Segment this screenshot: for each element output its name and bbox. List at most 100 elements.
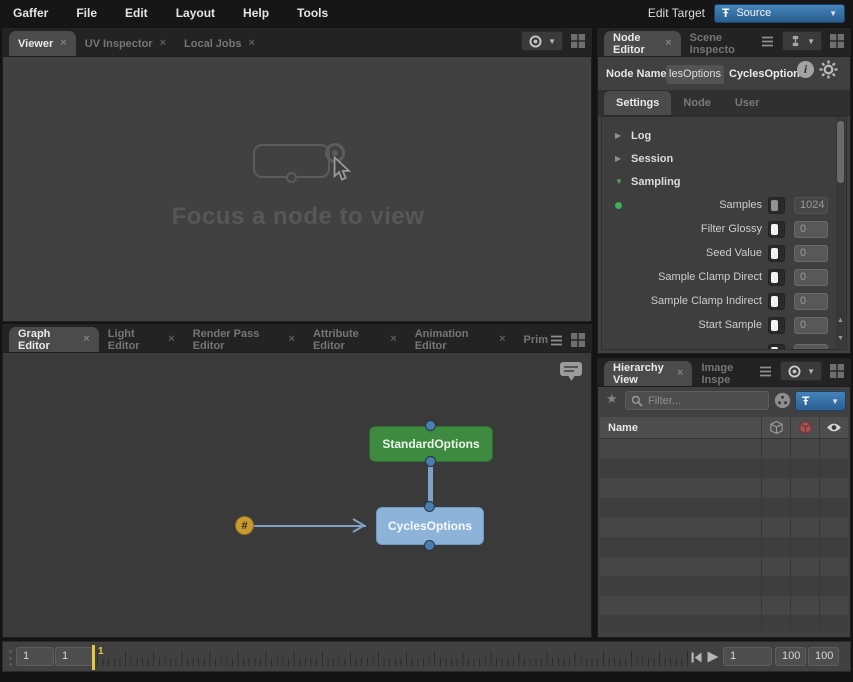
tab-primitive-inspector[interactable]: Prim	[515, 327, 550, 352]
scroll-up-icon[interactable]: ▲	[836, 317, 845, 324]
table-row[interactable]	[600, 459, 848, 479]
collapsed-arrow-icon[interactable]: ▶	[615, 154, 621, 163]
layout-grid-icon[interactable]	[571, 333, 585, 347]
node-input-port[interactable]	[424, 501, 435, 512]
column-inclusions[interactable]	[761, 417, 790, 438]
tab-attribute-editor[interactable]: Attribute Editor ×	[304, 327, 406, 352]
node-output-port[interactable]	[424, 540, 435, 551]
table-row[interactable]	[600, 596, 848, 616]
settings-scrollbar[interactable]: ▲ ▼	[836, 118, 845, 348]
tab-image-inspector[interactable]: Image Inspe	[692, 361, 759, 386]
tab-local-jobs[interactable]: Local Jobs ×	[175, 31, 264, 56]
graph-canvas[interactable]: StandardOptions CyclesOptions #	[2, 352, 592, 638]
close-icon[interactable]: ×	[499, 334, 505, 345]
tab-hierarchy-view[interactable]: Hierarchy View ×	[604, 361, 692, 386]
star-icon[interactable]: ★	[606, 392, 618, 405]
step-back-icon[interactable]	[691, 652, 702, 663]
range-end-field[interactable]: 100	[775, 647, 806, 666]
table-row[interactable]	[600, 557, 848, 577]
tab-light-editor[interactable]: Light Editor ×	[99, 327, 184, 352]
param-switch[interactable]	[768, 221, 785, 238]
column-visibility[interactable]	[819, 417, 848, 438]
subtab-settings[interactable]: Settings	[604, 91, 671, 115]
menu-gaffer[interactable]: Gaffer	[13, 6, 48, 20]
node-name-input[interactable]: lesOptions	[666, 65, 724, 84]
menu-help[interactable]: Help	[243, 6, 269, 20]
param-value-field[interactable]: 0	[794, 317, 828, 334]
tab-scene-inspector[interactable]: Scene Inspecto	[681, 31, 761, 56]
column-exclusions[interactable]	[790, 417, 819, 438]
expanded-arrow-icon[interactable]: ▼	[615, 177, 623, 186]
node-output-port[interactable]	[425, 456, 436, 467]
menu-tools[interactable]: Tools	[297, 6, 328, 20]
filter-settings-icon[interactable]	[774, 392, 791, 409]
viewer-focus-dropdown[interactable]: ▼	[521, 31, 563, 51]
menu-layout[interactable]: Layout	[176, 6, 215, 20]
param-switch[interactable]	[768, 317, 785, 334]
param-value-field[interactable]: 0	[794, 293, 828, 310]
playhead[interactable]	[92, 645, 95, 670]
tab-node-editor[interactable]: Node Editor ×	[604, 31, 681, 56]
playback-end-field[interactable]: 100	[808, 647, 839, 666]
param-value-field[interactable]: 0	[794, 269, 828, 286]
subtab-node[interactable]: Node	[671, 91, 723, 115]
subtab-user[interactable]: User	[723, 91, 771, 115]
info-icon[interactable]: i	[797, 61, 814, 78]
section-session[interactable]: ▶ Session	[602, 147, 846, 170]
dot-node[interactable]: #	[235, 516, 254, 535]
close-icon[interactable]: ×	[60, 38, 66, 49]
drag-handle[interactable]	[8, 650, 12, 666]
param-switch[interactable]	[768, 245, 785, 262]
tab-graph-editor[interactable]: Graph Editor ×	[9, 327, 99, 352]
scrollbar-thumb[interactable]	[837, 121, 844, 183]
param-value-field[interactable]: 0	[794, 221, 828, 238]
close-icon[interactable]: ×	[83, 334, 89, 345]
section-log[interactable]: ▶ Log	[602, 124, 846, 147]
menu-file[interactable]: File	[76, 6, 97, 20]
layout-grid-icon[interactable]	[571, 34, 585, 48]
param-switch[interactable]	[768, 344, 785, 350]
scroll-down-icon[interactable]: ▼	[836, 335, 845, 342]
hierarchy-focus-dropdown[interactable]: ▼	[780, 361, 822, 381]
tab-uv-inspector[interactable]: UV Inspector ×	[76, 31, 175, 56]
node-follow-dropdown[interactable]: ▼	[782, 31, 822, 51]
table-row[interactable]	[600, 498, 848, 518]
tab-menu-icon[interactable]	[759, 366, 772, 377]
layout-grid-icon[interactable]	[830, 34, 844, 48]
close-icon[interactable]: ×	[168, 334, 174, 345]
close-icon[interactable]: ×	[665, 38, 671, 49]
close-icon[interactable]: ×	[289, 334, 295, 345]
tab-animation-editor[interactable]: Animation Editor ×	[406, 327, 515, 352]
tab-viewer[interactable]: Viewer ×	[9, 31, 76, 56]
param-switch[interactable]	[768, 269, 785, 286]
column-name[interactable]: Name	[600, 422, 761, 434]
table-row[interactable]	[600, 517, 848, 537]
annotation-bubble-icon[interactable]	[559, 361, 584, 384]
table-row[interactable]	[600, 478, 848, 498]
tab-menu-icon[interactable]	[550, 335, 563, 346]
node-input-port[interactable]	[425, 420, 436, 431]
viewer-viewport[interactable]: Focus a node to view	[2, 56, 592, 322]
section-sampling[interactable]: ▼ Sampling	[602, 170, 846, 193]
table-row[interactable]	[600, 615, 848, 631]
param-value-field[interactable]	[794, 344, 828, 350]
frame-value-field[interactable]: 1	[723, 647, 772, 666]
tab-menu-icon[interactable]	[761, 36, 774, 47]
collapsed-arrow-icon[interactable]: ▶	[615, 131, 621, 140]
param-switch[interactable]	[768, 197, 785, 214]
menu-edit[interactable]: Edit	[125, 6, 148, 20]
close-icon[interactable]: ×	[160, 38, 166, 49]
current-frame-field[interactable]: 1	[55, 647, 93, 666]
close-icon[interactable]: ×	[677, 368, 683, 379]
tab-render-pass-editor[interactable]: Render Pass Editor ×	[184, 327, 304, 352]
filter-search-field[interactable]	[625, 391, 769, 410]
frame-start-field[interactable]: 1	[16, 647, 54, 666]
table-row[interactable]	[600, 537, 848, 557]
layout-grid-icon[interactable]	[830, 364, 844, 378]
close-icon[interactable]: ×	[390, 334, 396, 345]
table-row[interactable]	[600, 439, 848, 459]
close-icon[interactable]: ×	[248, 38, 254, 49]
param-switch[interactable]	[768, 293, 785, 310]
gear-icon[interactable]	[819, 60, 838, 84]
edit-scope-dropdown[interactable]: Ŧ ▼	[795, 391, 846, 411]
